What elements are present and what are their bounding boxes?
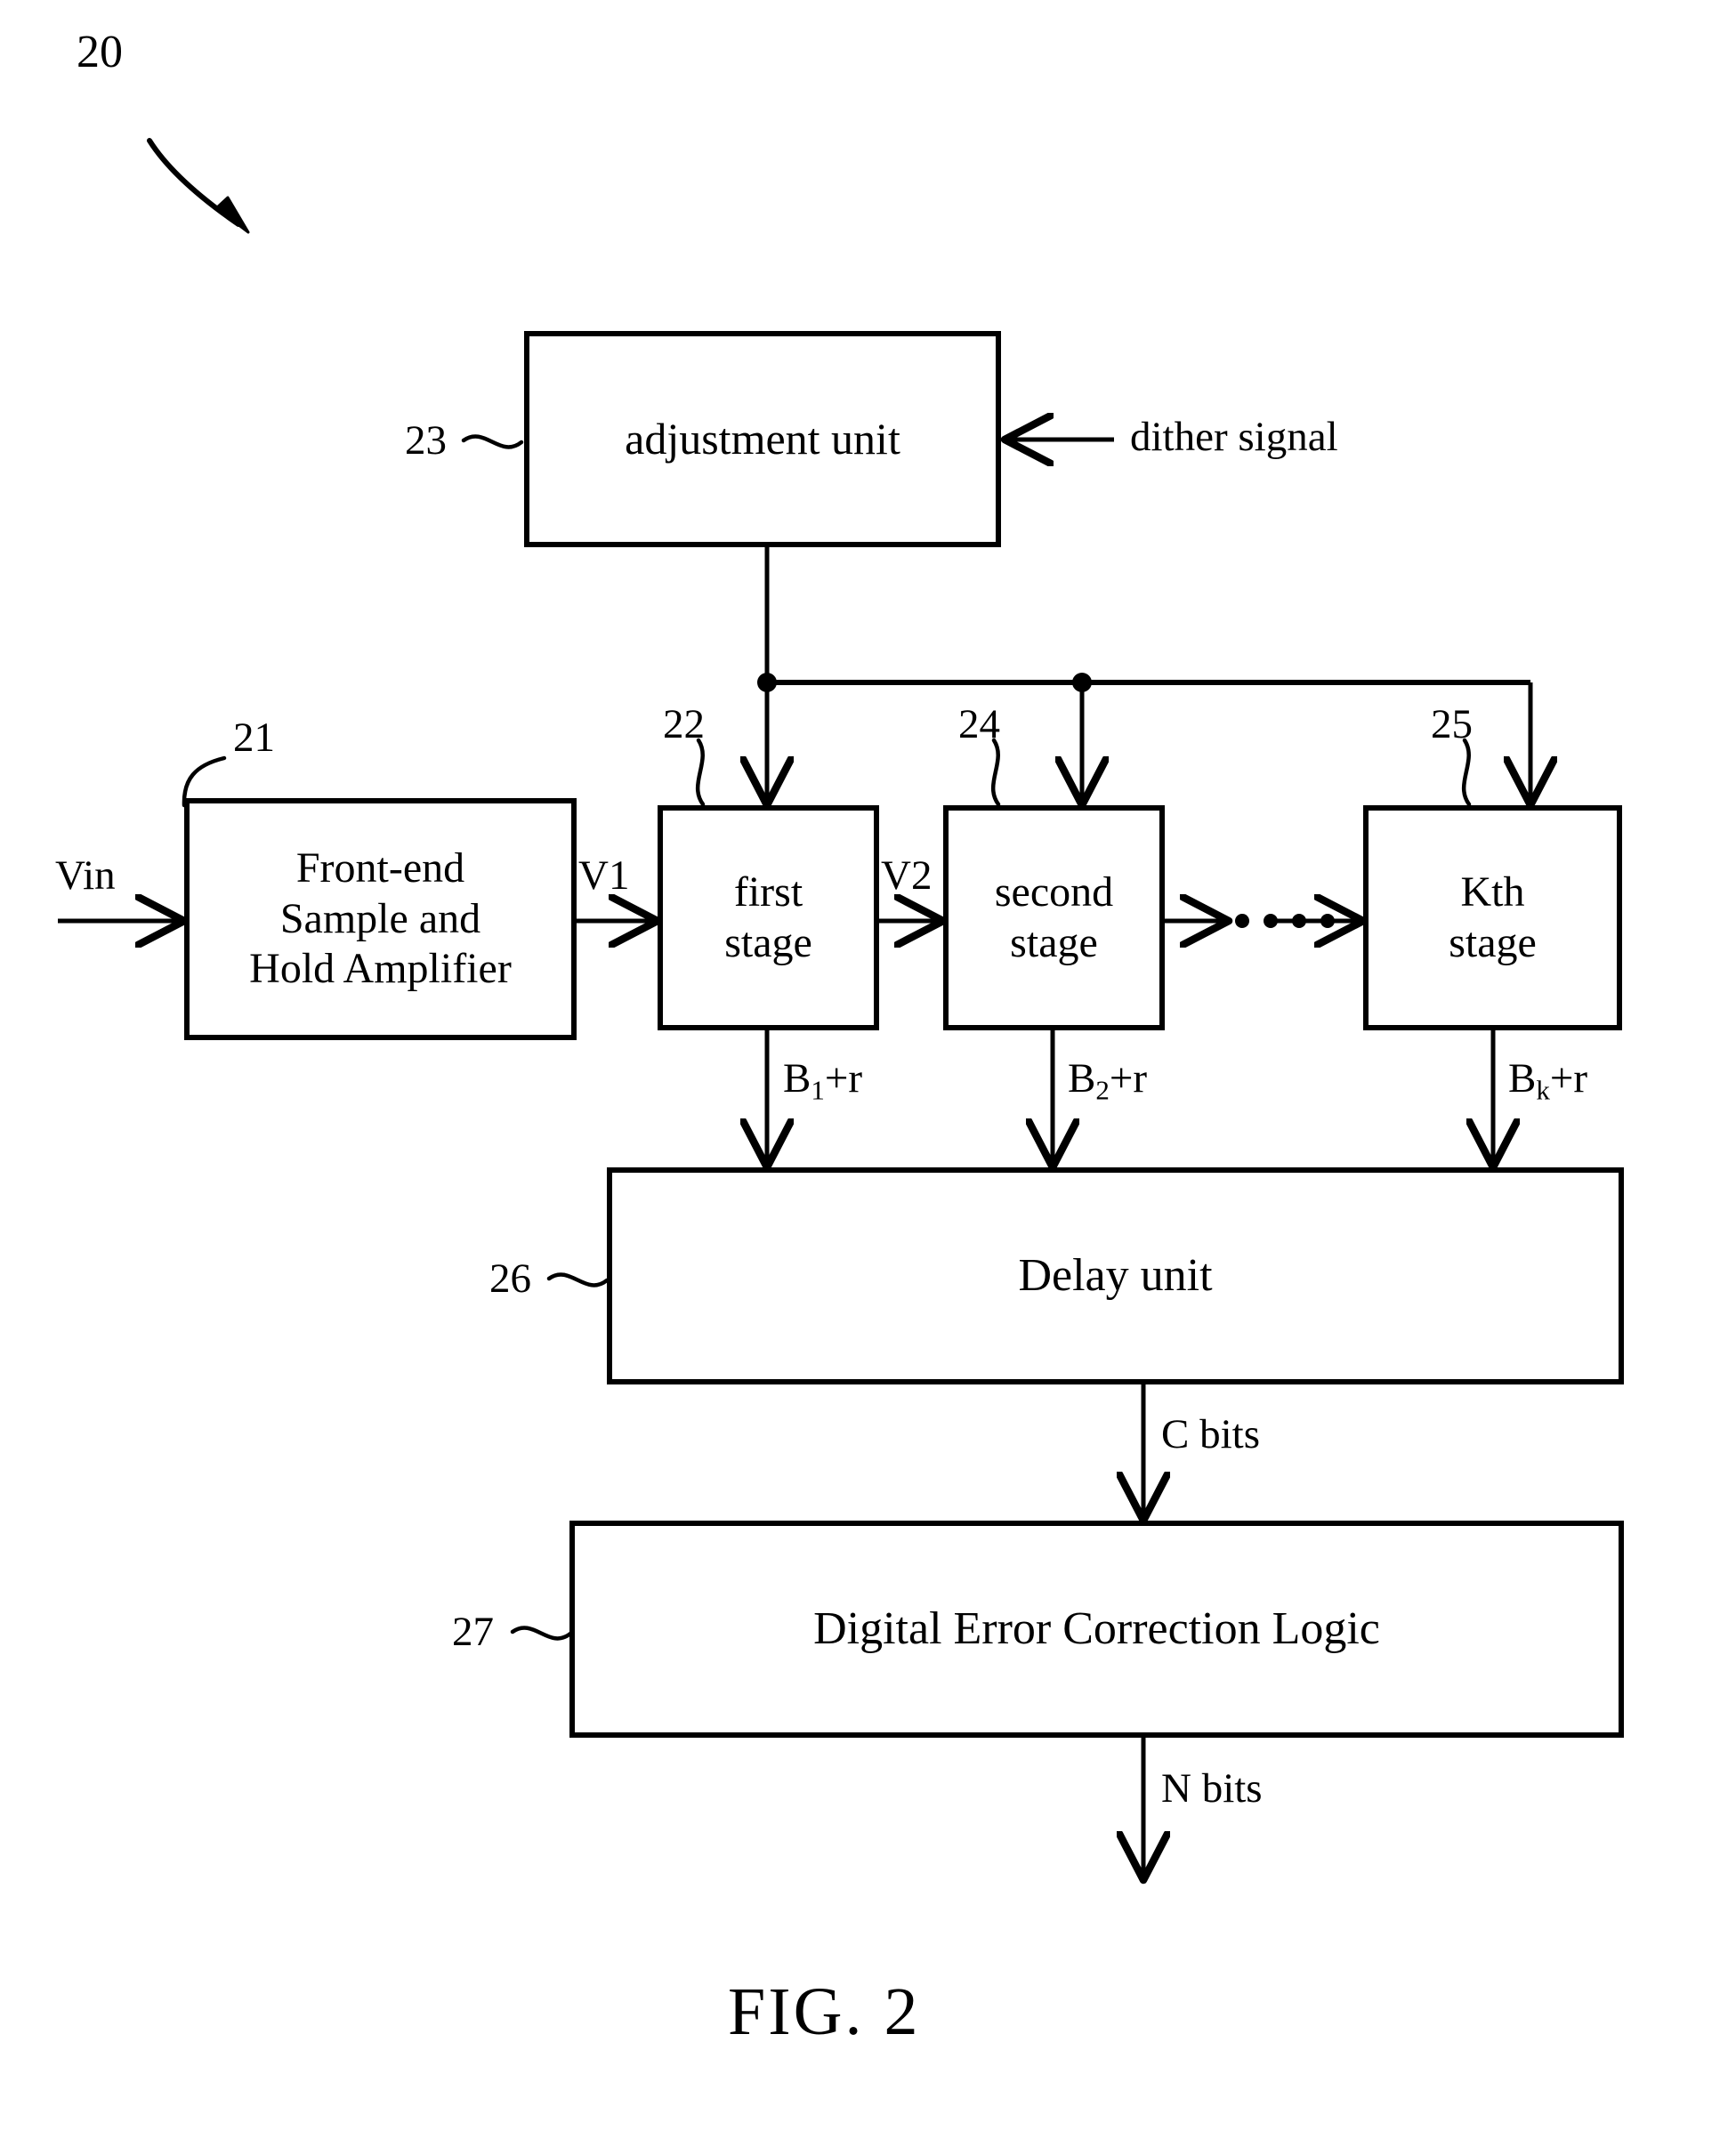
bk-label: Bk+r <box>1508 1055 1588 1106</box>
ref-26-leader <box>546 1272 610 1287</box>
first-stage-ref: 22 <box>663 701 705 747</box>
ref-25-leader <box>1462 738 1472 807</box>
adjustment-unit-label: adjustment unit <box>625 414 900 464</box>
front-end-sha-label: Front-end Sample and Hold Amplifier <box>249 844 512 993</box>
decl-ref: 27 <box>452 1609 494 1655</box>
n-bits-label: N bits <box>1161 1765 1263 1812</box>
second-stage-ref: 24 <box>958 701 1000 747</box>
c-bits-label: C bits <box>1161 1411 1261 1457</box>
bk-base: B <box>1508 1055 1537 1102</box>
bk-tail: +r <box>1549 1055 1588 1102</box>
second-stage-label: second stage <box>994 868 1114 966</box>
kth-stage-label: Kth stage <box>1449 868 1537 966</box>
bk-sub: k <box>1536 1074 1550 1106</box>
delay-unit-ref: 26 <box>489 1255 531 1302</box>
ref-27-leader <box>510 1626 573 1641</box>
b1-base: B <box>783 1055 811 1102</box>
b1-label: B1+r <box>783 1055 863 1106</box>
adjustment-unit-ref: 23 <box>405 417 447 464</box>
b2-sub: 2 <box>1095 1074 1110 1106</box>
b2-label: B2+r <box>1068 1055 1148 1106</box>
figure-caption: FIG. 2 <box>728 1974 921 2049</box>
kth-stage-ref: 25 <box>1431 701 1473 747</box>
dither-signal-label: dither signal <box>1130 414 1338 460</box>
ref-22-leader <box>696 738 706 807</box>
patent-figure: 20 adjustment unit 23 dither signal Fron… <box>0 0 1736 2139</box>
ref-24-leader <box>991 738 1001 807</box>
b2-tail: +r <box>1109 1055 1148 1102</box>
front-end-sha-ref: 21 <box>233 714 275 761</box>
b2-base: B <box>1068 1055 1096 1102</box>
decl-label: Digital Error Correction Logic <box>813 1603 1380 1655</box>
ref-23-leader <box>461 434 524 449</box>
b1-tail: +r <box>824 1055 863 1102</box>
v1-label: V1 <box>578 852 630 899</box>
system-ref-label: 20 <box>77 27 123 77</box>
first-stage-label: first stage <box>724 868 812 966</box>
diagram-canvas <box>58 138 1624 2139</box>
b1-sub: 1 <box>811 1074 825 1106</box>
v2-label: V2 <box>881 852 933 899</box>
delay-unit-label: Delay unit <box>1018 1250 1213 1302</box>
vin-label: Vin <box>55 852 116 899</box>
